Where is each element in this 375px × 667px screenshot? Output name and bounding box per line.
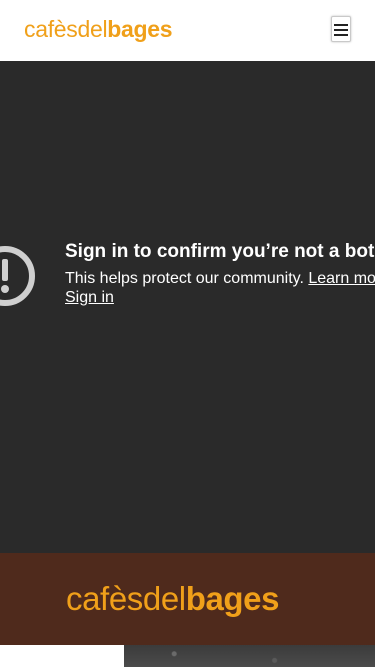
- learn-more-link[interactable]: Learn more: [308, 270, 375, 287]
- logo-text-del: del: [77, 16, 108, 42]
- signin-title: Sign in to confirm you’re not a bot: [65, 241, 375, 262]
- footer-logo-cafes: cafès: [66, 580, 143, 617]
- coffee-beans-image: [124, 645, 375, 667]
- logo-text-cafes: cafès: [24, 16, 78, 42]
- menu-button[interactable]: [331, 16, 351, 42]
- sign-in-link[interactable]: Sign in: [65, 289, 114, 307]
- hamburger-icon: [334, 24, 348, 36]
- logo-text-bages: bages: [107, 16, 173, 42]
- site-logo[interactable]: cafèsdelbages: [24, 15, 173, 43]
- footer-logo[interactable]: cafèsdelbages: [66, 579, 279, 619]
- signin-description: This helps protect our community. Learn …: [65, 270, 375, 288]
- signin-description-text: This helps protect our community.: [65, 270, 304, 287]
- footer-logo-del: del: [142, 580, 186, 617]
- footer-logo-bages: bages: [185, 580, 280, 617]
- site-header: cafèsdelbages: [0, 0, 375, 61]
- alert-circle-icon: [0, 246, 35, 306]
- video-embed[interactable]: Sign in to confirm you’re not a bot This…: [0, 61, 375, 553]
